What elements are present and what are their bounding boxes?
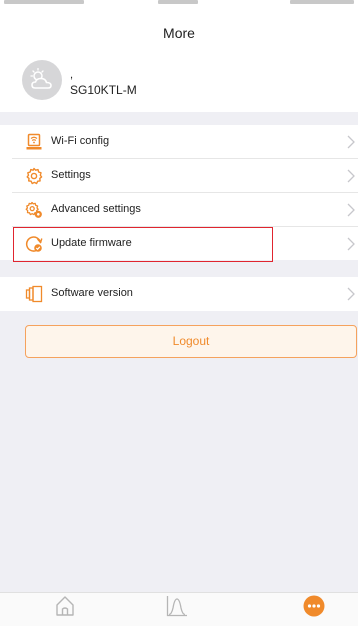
weather-cloud-icon [30, 68, 52, 89]
page-title: More [163, 25, 195, 41]
tab-bar [0, 592, 358, 626]
settings-gear-icon [26, 167, 43, 185]
profile-card[interactable]: , SG10KTL-M [0, 56, 358, 112]
menu-item-software-version[interactable]: Software version [0, 277, 358, 311]
tab-home[interactable] [45, 595, 85, 626]
advanced-settings-icon [25, 201, 42, 218]
menu-item-settings[interactable]: Settings [0, 159, 358, 193]
menu-item-advanced-settings[interactable]: Advanced settings [0, 193, 358, 227]
menu-item-label: Software version [51, 287, 133, 299]
more-dots-icon [303, 595, 325, 617]
tab-more-label [293, 619, 333, 626]
highlight-box [13, 227, 273, 262]
status-bar [0, 0, 358, 12]
status-bar-battery [290, 0, 354, 4]
chevron-right-icon [347, 169, 355, 183]
tab-chart[interactable] [156, 595, 196, 626]
device-model: SG10KTL-M [70, 83, 137, 97]
wifi-config-icon [26, 133, 42, 150]
chart-icon [166, 596, 187, 617]
menu-item-wifi-config[interactable]: Wi-Fi config [0, 125, 358, 159]
home-icon [56, 596, 74, 616]
tab-more[interactable] [293, 595, 333, 626]
profile-name: , [70, 69, 74, 81]
menu-item-label: Settings [51, 169, 91, 181]
chevron-right-icon [347, 237, 355, 251]
nav-bar: More [0, 12, 358, 56]
menu-item-label: Wi-Fi config [51, 135, 110, 147]
logout-button[interactable]: Logout [25, 325, 357, 358]
menu-item-label: Advanced settings [51, 203, 141, 215]
chevron-right-icon [347, 135, 355, 149]
status-bar-time [158, 0, 198, 4]
software-version-icon [25, 285, 43, 303]
chevron-right-icon [347, 203, 355, 217]
menu-group-app: Software version [0, 277, 358, 311]
tab-chart-label [156, 619, 196, 626]
avatar [22, 60, 62, 100]
status-bar-carrier [4, 0, 84, 4]
chevron-right-icon [347, 287, 355, 301]
tab-home-label [45, 619, 85, 626]
